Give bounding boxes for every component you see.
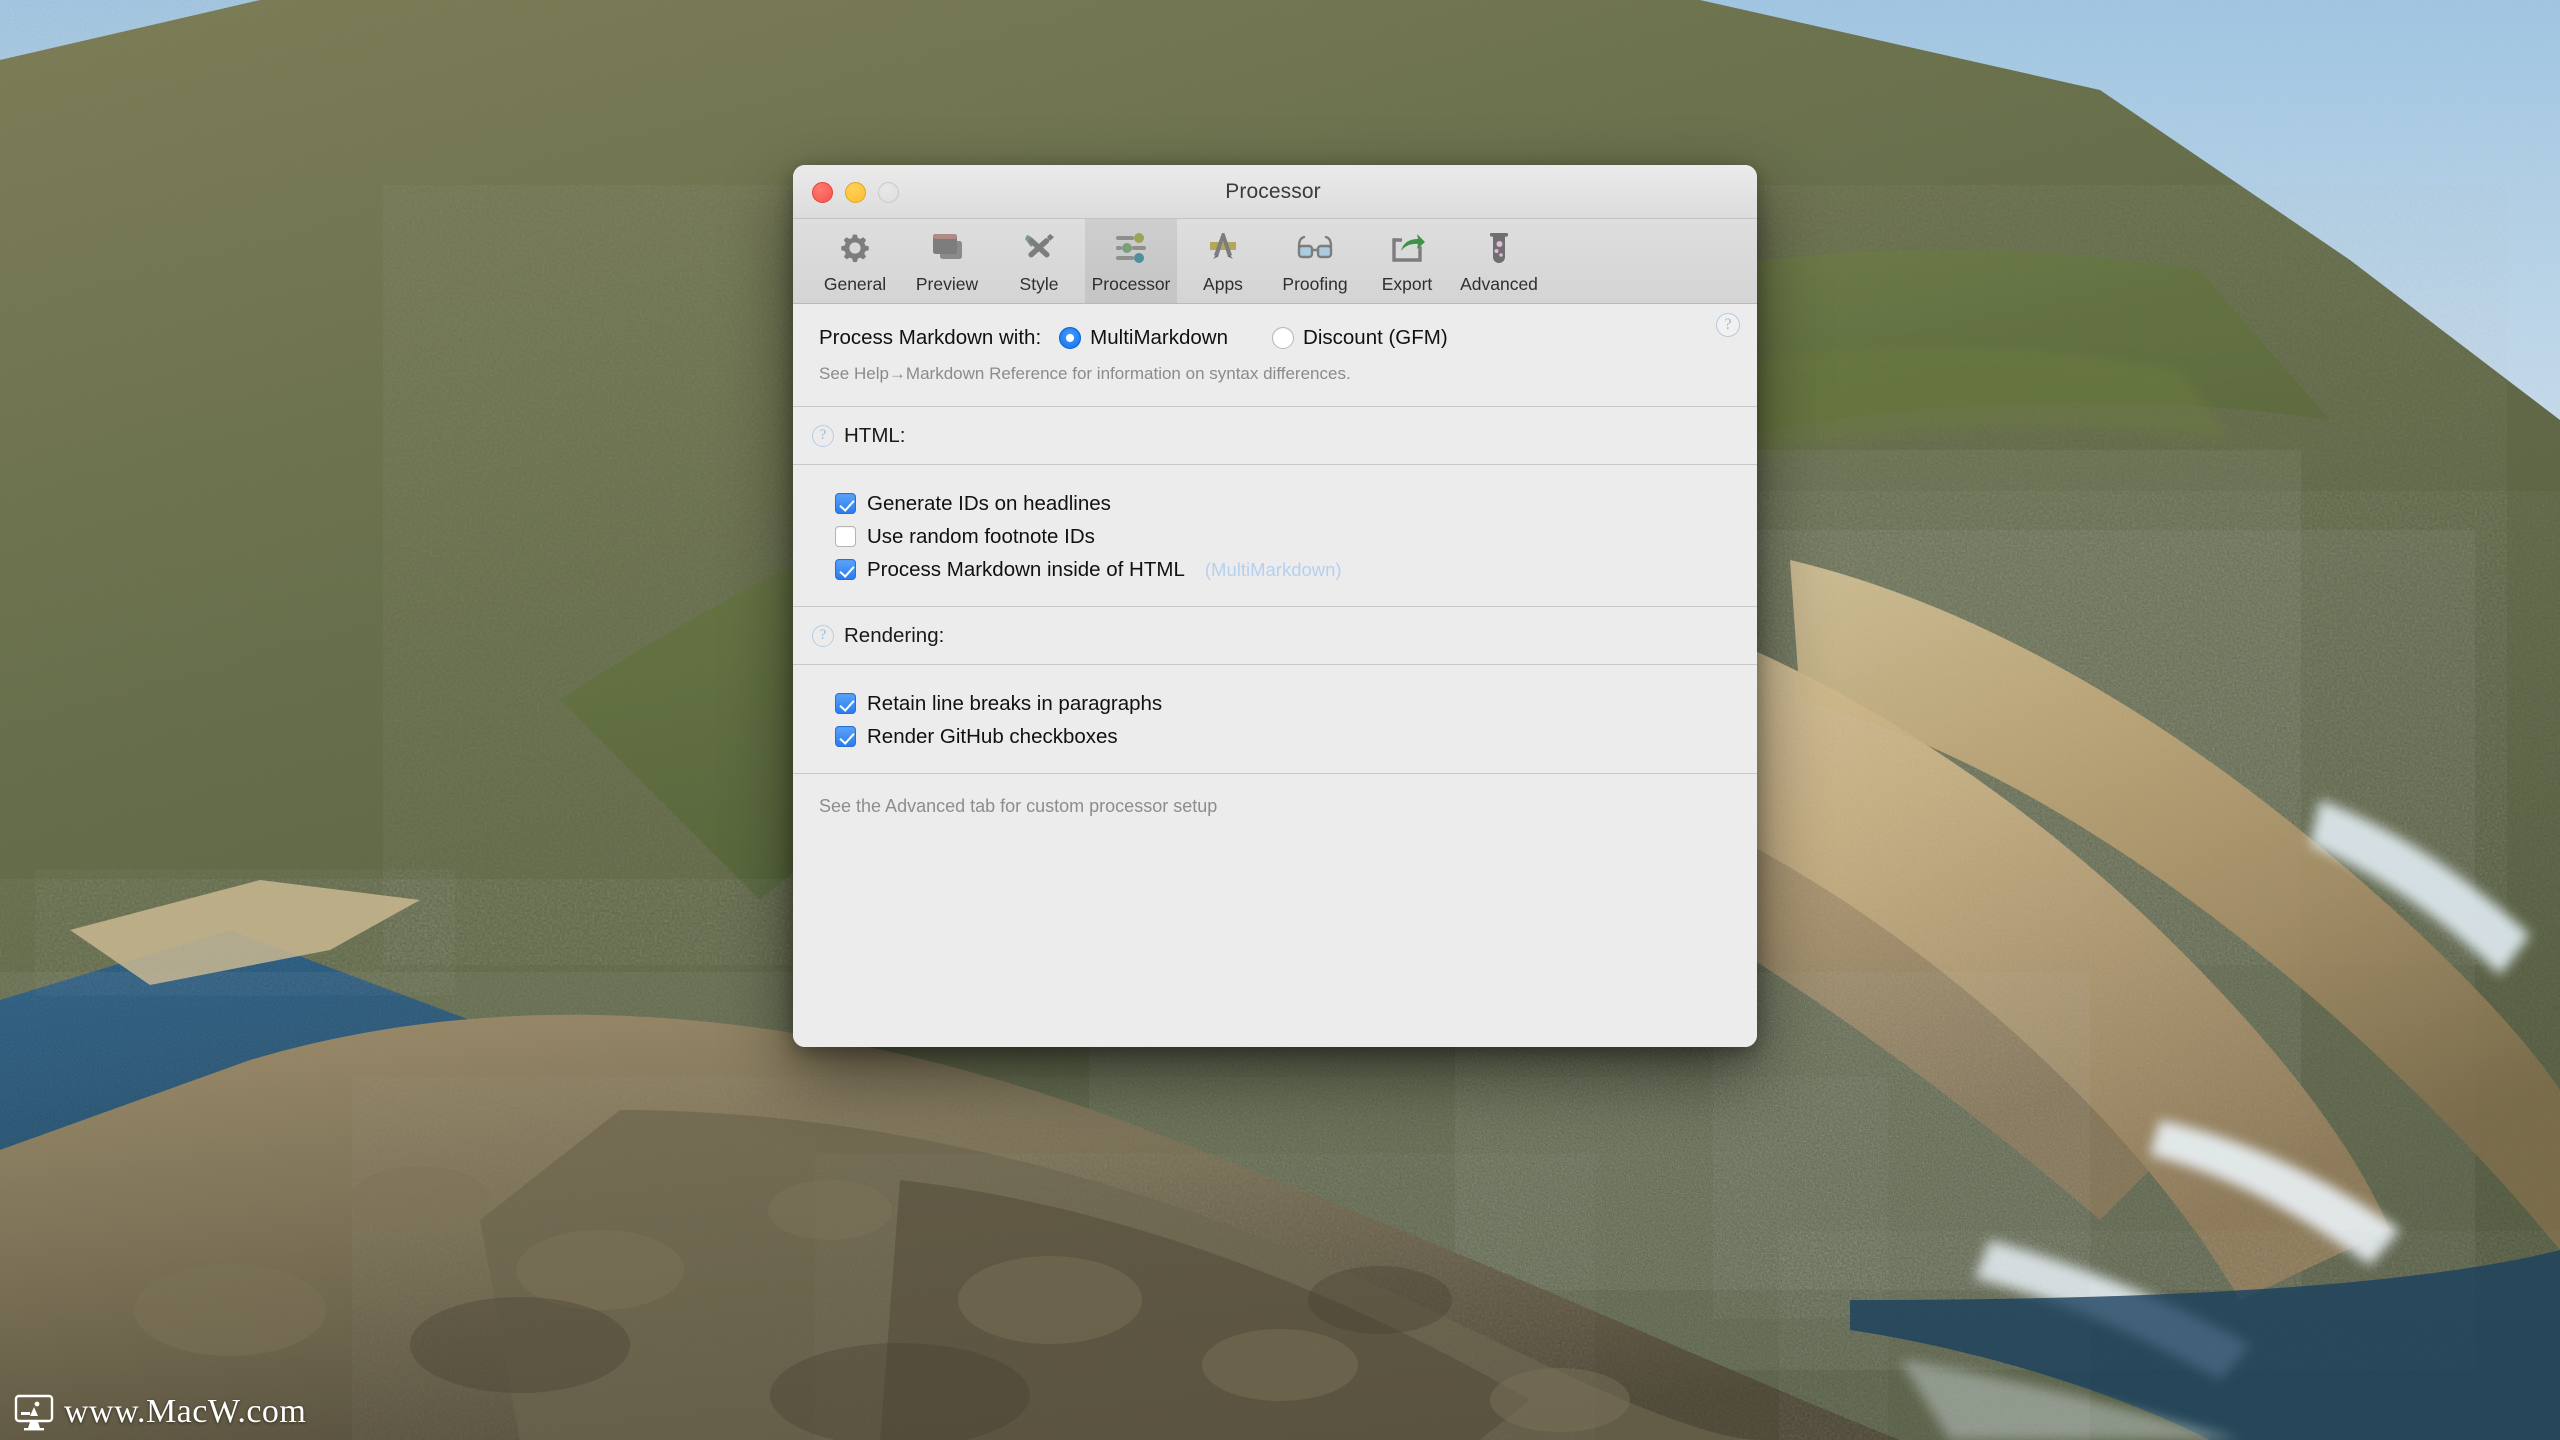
checkbox-indicator[interactable] [835,726,856,747]
radio-label: Discount (GFM) [1303,326,1448,349]
preferences-content: ? Process Markdown with: MultiMarkdown D… [793,304,1757,1047]
checkbox-generate-ids[interactable]: Generate IDs on headlines [835,487,1731,520]
radio-multimarkdown[interactable]: MultiMarkdown [1059,326,1228,350]
toolbar-tab-label: Apps [1203,274,1243,294]
window-title: Processor [1225,179,1321,203]
toolbar-tab-processor[interactable]: Processor [1085,219,1177,303]
toolbar-tab-label: Proofing [1282,274,1348,294]
monitor-icon [14,1394,54,1431]
toolbar-tab-label: Processor [1091,274,1171,294]
processor-label: Process Markdown with: [819,326,1042,349]
toolbar-tab-apps[interactable]: Apps [1177,219,1269,303]
toolbar-tab-label: General [823,274,887,294]
window-titlebar[interactable]: Processor [793,165,1757,219]
test-tube-icon [1479,225,1519,271]
share-icon [1387,225,1427,271]
checkbox-label: Process Markdown inside of HTML [867,557,1185,581]
close-button[interactable] [812,182,833,203]
html-checkbox-group: Generate IDs on headlines Use random foo… [793,465,1757,606]
toolbar-tab-advanced[interactable]: Advanced [1453,219,1545,303]
radio-label: MultiMarkdown [1090,326,1229,349]
help-icon-rendering[interactable]: ? [812,625,834,647]
toolbar-tab-label: Export [1381,274,1433,294]
toolbar-tab-label: Advanced [1460,274,1538,294]
site-watermark: www.MacW.com [14,1392,306,1432]
radio-discount-gfm[interactable]: Discount (GFM) [1272,326,1448,350]
rendering-checkbox-group: Retain line breaks in paragraphs Render … [793,665,1757,773]
processor-radio-row: Process Markdown with: MultiMarkdown Dis… [819,326,1731,350]
checkbox-label: Render GitHub checkboxes [867,724,1118,748]
checkbox-note: (MultiMarkdown) [1204,558,1342,580]
checkbox-label: Generate IDs on headlines [867,491,1111,515]
radio-indicator-multimarkdown[interactable] [1059,327,1082,349]
pen-brush-icon [1019,225,1059,271]
html-section-header: ? HTML: [793,407,1757,464]
windows-icon [927,225,967,271]
radio-indicator-discount[interactable] [1272,327,1295,349]
compass-icon [1203,225,1243,271]
checkbox-retain-line-breaks[interactable]: Retain line breaks in paragraphs [835,687,1731,720]
minimize-button[interactable] [845,182,866,203]
glasses-icon [1295,225,1335,271]
checkbox-label: Retain line breaks in paragraphs [867,691,1163,715]
toolbar-tab-proofing[interactable]: Proofing [1269,219,1361,303]
processor-section: ? Process Markdown with: MultiMarkdown D… [793,304,1757,406]
toolbar-tab-preview[interactable]: Preview [901,219,993,303]
rendering-section-title: Rendering: [844,624,945,647]
checkbox-label: Use random footnote IDs [867,524,1095,548]
html-section-title: HTML: [844,424,906,447]
preferences-toolbar[interactable]: General Preview Style Processor Apps Pro… [793,219,1757,304]
toolbar-tab-export[interactable]: Export [1361,219,1453,303]
toolbar-tab-style[interactable]: Style [993,219,1085,303]
checkbox-render-github-checkboxes[interactable]: Render GitHub checkboxes [835,720,1731,753]
help-icon-processor[interactable]: ? [1716,313,1740,337]
zoom-button[interactable] [878,182,899,203]
preferences-window[interactable]: Processor General Preview Style Processo… [793,165,1757,1047]
checkbox-indicator[interactable] [835,693,856,714]
help-icon-html[interactable]: ? [812,425,834,447]
checkbox-indicator[interactable] [835,526,856,547]
checkbox-random-footnote-ids[interactable]: Use random footnote IDs [835,520,1731,553]
watermark-text: www.MacW.com [64,1393,307,1430]
desktop: Processor General Preview Style Processo… [0,0,2560,1440]
checkbox-indicator[interactable] [835,493,856,514]
toolbar-tab-general[interactable]: General [809,219,901,303]
rendering-section-header: ? Rendering: [793,607,1757,664]
traffic-lights[interactable] [812,182,899,203]
checkbox-indicator[interactable] [835,559,856,580]
checkbox-process-markdown-inside-html[interactable]: Process Markdown inside of HTML (MultiMa… [835,553,1731,586]
toolbar-tab-label: Preview [915,274,979,294]
processor-hint: See Help→Markdown Reference for informat… [819,364,1351,383]
toolbar-tab-label: Style [1019,274,1059,294]
footer-note: See the Advanced tab for custom processo… [819,796,1218,816]
sliders-icon [1111,225,1151,271]
gear-icon [835,225,875,271]
